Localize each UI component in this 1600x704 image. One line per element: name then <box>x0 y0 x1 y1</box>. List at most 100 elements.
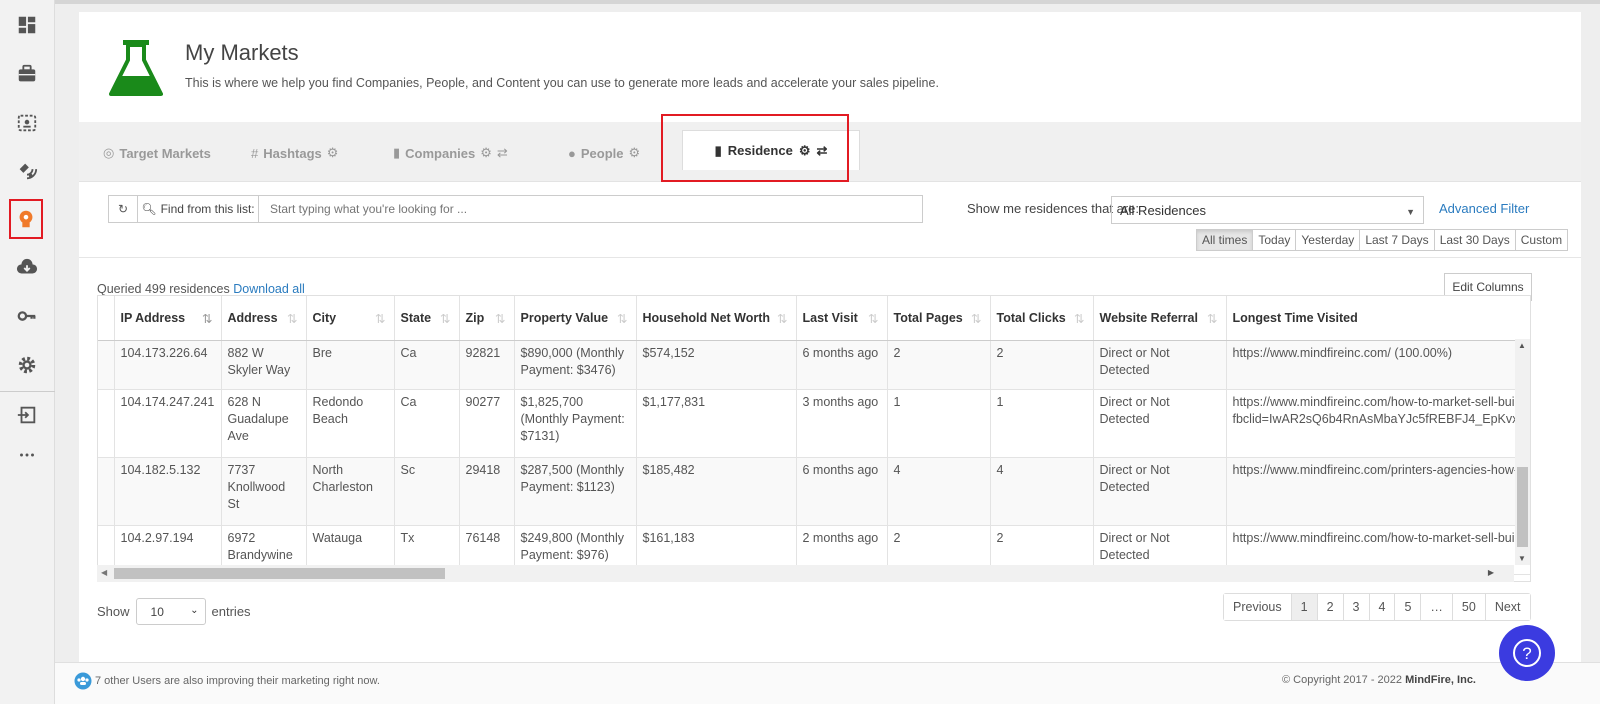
cell-city: Redondo Beach <box>306 389 395 458</box>
cell-referral: Direct or Not Detected <box>1093 389 1227 458</box>
column-header[interactable]: Website Referral ⇅ <box>1093 296 1227 341</box>
download-all-link[interactable]: Download all <box>233 282 305 296</box>
gear-icon[interactable]: ⚙ <box>327 145 339 161</box>
column-label: IP Address <box>120 310 186 325</box>
cell-zip: 29418 <box>459 457 515 526</box>
company-name: MindFire, Inc. <box>1405 674 1476 686</box>
gear-icon[interactable]: ⚙ <box>628 145 640 161</box>
cell-net-worth: $1,177,831 <box>636 389 797 458</box>
column-header[interactable]: Zip ⇅ <box>459 296 515 341</box>
find-label: 🔍︎ Find from this list: <box>138 196 259 222</box>
cell-ip: 104.173.226.64 <box>114 340 222 390</box>
more-icon[interactable] <box>8 436 46 474</box>
persona-icon[interactable] <box>9 199 43 239</box>
time-all[interactable]: All times <box>1197 230 1253 250</box>
cell-zip: 92821 <box>459 340 515 390</box>
time-yesterday[interactable]: Yesterday <box>1295 230 1360 250</box>
sort-icon: ⇅ <box>617 311 628 326</box>
gear-icon[interactable]: ⚙ <box>480 145 492 161</box>
column-header[interactable]: Address ⇅ <box>221 296 307 341</box>
column-header[interactable]: Property Value ⇅ <box>514 296 637 341</box>
next-page-button[interactable]: Next <box>1484 594 1530 620</box>
tab-companies[interactable]: ▮ Companies ⚙ ⇄ <box>393 142 508 164</box>
time-last-30[interactable]: Last 30 Days <box>1433 230 1515 250</box>
page-button[interactable]: 1 <box>1290 594 1317 620</box>
previous-page-button[interactable]: Previous <box>1224 594 1291 620</box>
time-custom[interactable]: Custom <box>1514 230 1568 250</box>
column-label: Household Net Worth <box>642 310 771 325</box>
cell-property-value: $890,000 (Monthly Payment: $3476) <box>514 340 637 390</box>
sort-icon: ⇅ <box>375 311 386 326</box>
time-today[interactable]: Today <box>1252 230 1296 250</box>
scroll-up-icon[interactable]: ▲ <box>1518 341 1526 350</box>
find-label-text: Find from this list: <box>160 202 255 216</box>
cell-longest-time: https://www.mindfireinc.com/ (100.00%) <box>1226 340 1530 390</box>
cell-total-clicks: 1 <box>990 389 1094 458</box>
contact-card-icon[interactable] <box>8 104 46 142</box>
table-row[interactable]: 104.174.247.241 628 N Guadalupe Ave Redo… <box>98 389 1530 458</box>
satellite-icon[interactable] <box>8 152 46 190</box>
cell-referral: Direct or Not Detected <box>1093 457 1227 526</box>
scrollbar-thumb[interactable] <box>1517 467 1528 547</box>
svg-text:?: ? <box>1522 644 1531 663</box>
column-header[interactable]: Longest Time Visited <box>1226 296 1530 341</box>
cell-longest-time: https://www.mindfireinc.com/how-to-marke… <box>1226 389 1530 458</box>
table-horizontal-scrollbar[interactable]: ◀ ▶ <box>97 565 1514 582</box>
advanced-filter-link[interactable]: Advanced Filter <box>1439 201 1529 216</box>
tab-people[interactable]: ● People ⚙ <box>568 142 640 164</box>
search-input[interactable] <box>259 196 922 222</box>
column-header[interactable]: Last Visit ⇅ <box>796 296 888 341</box>
briefcase-icon[interactable] <box>8 55 46 93</box>
flask-icon <box>109 40 163 96</box>
tab-label: Hashtags <box>263 145 322 161</box>
column-header[interactable]: Total Pages ⇅ <box>887 296 991 341</box>
scroll-right-icon[interactable]: ▶ <box>1488 568 1494 577</box>
copyright: © Copyright 2017 - 2022 MindFire, Inc. <box>1282 674 1476 686</box>
scroll-down-icon[interactable]: ▼ <box>1518 554 1526 563</box>
retweet-icon[interactable]: ⇄ <box>497 145 508 161</box>
user-icon: ● <box>568 145 576 161</box>
column-header[interactable]: State ⇅ <box>394 296 460 341</box>
page-button[interactable]: 5 <box>1394 594 1421 620</box>
column-header[interactable]: City ⇅ <box>306 296 395 341</box>
time-range-buttons: All times Today Yesterday Last 7 Days La… <box>1196 229 1569 251</box>
column-header[interactable]: Household Net Worth ⇅ <box>636 296 797 341</box>
cell-total-clicks: 4 <box>990 457 1094 526</box>
table-row[interactable]: 104.182.5.132 7737 Knollwood St North Ch… <box>98 457 1530 526</box>
page-button[interactable]: 4 <box>1368 594 1395 620</box>
sort-icon: ⇅ <box>1074 311 1085 326</box>
scrollbar-thumb[interactable] <box>114 568 445 579</box>
column-header[interactable]: Total Clicks ⇅ <box>990 296 1094 341</box>
cell-last-visit: 6 months ago <box>796 457 888 526</box>
logout-icon[interactable] <box>8 396 46 434</box>
refresh-button[interactable]: ↻ <box>109 196 138 222</box>
cell-last-visit: 6 months ago <box>796 340 888 390</box>
active-users: 7 other Users are also improving their m… <box>74 672 380 690</box>
show-label: Show <box>97 604 130 619</box>
tab-target-markets[interactable]: ◎ Target Markets <box>103 142 211 164</box>
time-last-7[interactable]: Last 7 Days <box>1359 230 1434 250</box>
page-button[interactable]: 2 <box>1316 594 1343 620</box>
cell-last-visit: 3 months ago <box>796 389 888 458</box>
list-filter: ↻ 🔍︎ Find from this list: <box>108 195 923 223</box>
sort-icon: ⇅ <box>495 311 506 326</box>
page-header: My Markets This is where we help you fin… <box>79 12 1581 122</box>
scroll-left-icon[interactable]: ◀ <box>101 568 107 577</box>
page-button[interactable]: 3 <box>1342 594 1369 620</box>
dashboard-icon[interactable] <box>8 6 46 44</box>
gear-icon[interactable] <box>8 346 46 384</box>
cell-total-pages: 4 <box>887 457 991 526</box>
table-vertical-scrollbar[interactable]: ▲ ▼ <box>1515 339 1530 565</box>
page-button[interactable]: 50 <box>1451 594 1485 620</box>
page-length-select[interactable]: 10 ⌄ <box>135 598 206 625</box>
cell-zip: 90277 <box>459 389 515 458</box>
sidebar-divider <box>0 391 55 392</box>
residence-type-select[interactable]: All Residences ▼ <box>1111 196 1424 224</box>
tab-hashtags[interactable]: # Hashtags ⚙ <box>251 142 338 164</box>
cell-ip: 104.174.247.241 <box>114 389 222 458</box>
cloud-download-icon[interactable] <box>8 249 46 287</box>
help-button[interactable]: ? <box>1499 625 1555 681</box>
column-header[interactable]: IP Address ⇅ <box>114 296 222 341</box>
table-row[interactable]: 104.173.226.64 882 W Skyler Way Bre Ca 9… <box>98 340 1530 390</box>
key-icon[interactable] <box>8 297 46 335</box>
